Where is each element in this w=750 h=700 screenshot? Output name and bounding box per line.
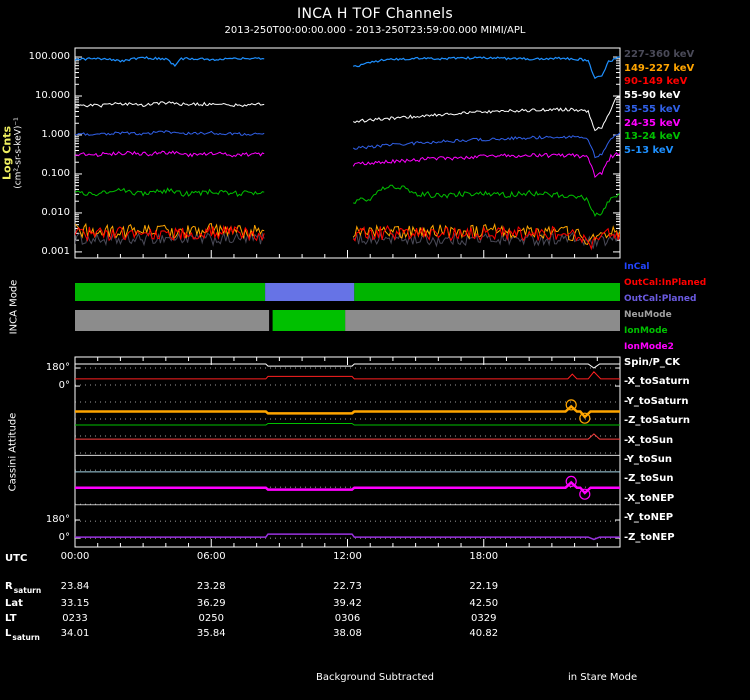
legend-mode-incal: InCal [624, 262, 650, 272]
legend-mode-outcal-planed: OutCal:Planed [624, 294, 697, 304]
ephemeris-value: 22.19 [469, 581, 499, 592]
ephemeris-value: 0306 [334, 613, 361, 624]
tof-ytick-label: 10.000 [35, 90, 70, 101]
x-tick-label: 06:00 [196, 551, 226, 562]
mode-bar-segment [345, 310, 620, 331]
legend-tof-5-13-kev: 5-13 keV [624, 144, 674, 156]
tof-ytick-label: 100.000 [28, 51, 70, 63]
legend-tof-24-35-kev: 24-35 keV [624, 117, 681, 129]
x-tick-label: 12:00 [333, 551, 362, 562]
tof-series-24-35-kev [75, 150, 265, 158]
ephemeris-value: 42.50 [469, 598, 499, 609]
tof-ytick-label: 0.001 [41, 245, 70, 257]
attitude-series--z-tosaturn [75, 423, 620, 426]
ephemeris-value: 39.42 [333, 598, 362, 609]
attitude-ytick-label: 0° [58, 532, 70, 544]
legend-attitude--y-tonep: -Y_toNEP [624, 512, 674, 524]
y-axis-label-cassini-attitude: Cassini Attitude [7, 412, 19, 492]
attitude-series--x-tonep [75, 480, 620, 495]
tof-series-55-90-kev [352, 96, 620, 132]
footer-stare-mode: in Stare Mode [568, 672, 638, 683]
legend-attitude--x-tonep: -X_toNEP [624, 492, 675, 504]
legend-tof-90-149-kev: 90-149 keV [624, 76, 688, 88]
ephemeris-value: 35.84 [196, 628, 226, 639]
tof-series-24-35-kev [352, 151, 620, 179]
attitude-series--z-tonep [75, 533, 620, 541]
ephemeris-value: 22.73 [333, 581, 362, 592]
ephemeris-row-label: LT [5, 613, 17, 624]
legend-mode-neumode: NeuMode [624, 310, 672, 320]
attitude-ytick-label: 0° [58, 380, 70, 392]
mode-bar-segment [272, 310, 346, 331]
mode-bar-segment [75, 283, 266, 301]
legend-attitude-spin-p-ck: Spin/P_CK [624, 357, 680, 368]
attitude-series--x-tosaturn [75, 371, 620, 380]
tof-series-55-90-kev [75, 101, 265, 108]
legend-attitude--z-tosaturn: -Z_toSaturn [624, 415, 690, 427]
mode-bar-segment [75, 310, 270, 331]
ephemeris-value: 0250 [198, 613, 224, 624]
legend-attitude--y-tosaturn: -Y_toSaturn [624, 395, 689, 407]
x-tick-label: 00:00 [60, 551, 90, 562]
ephemeris-value: 0233 [62, 613, 88, 624]
legend-tof-55-90-kev: 55-90 keV [624, 90, 681, 102]
tof-ytick-label: 0.010 [41, 206, 70, 218]
inca-tof-screen: { "header": { "title": "INCA H TOF Chann… [0, 0, 750, 700]
legend-attitude--z-tosun: -Z_toSun [624, 473, 674, 485]
mode-bar-segment [265, 283, 355, 301]
tof-series-35-55-kev [352, 132, 620, 159]
mode-bar-segment [354, 283, 620, 301]
footer-background-subtracted: Background Subtracted [316, 672, 434, 683]
tof-series-13-24-kev [75, 187, 265, 197]
x-tick-label: 18:00 [469, 551, 499, 562]
legend-mode-ionmode: IonMode [624, 326, 668, 336]
tof-series-5-13-kev [353, 55, 620, 80]
ephemeris-value: 36.29 [196, 598, 226, 609]
attitude-panel-frame [74, 356, 621, 548]
ephemeris-value: 38.08 [333, 628, 362, 639]
tof-ytick-label: 0.100 [41, 167, 70, 179]
ephemeris-value: 23.28 [196, 581, 226, 592]
legend-attitude--x-tosaturn: -X_toSaturn [624, 376, 690, 388]
legend-tof-149-227-kev: 149-227 keV [624, 62, 695, 74]
ephemeris-value: 40.82 [469, 628, 499, 639]
legend-tof-35-55-kev: 35-55 keV [624, 103, 681, 115]
legend-attitude--x-tosun: -X_toSun [624, 434, 674, 446]
ephemeris-row-label: Lsaturn [5, 628, 40, 642]
tof-series-35-55-kev [75, 130, 265, 136]
legend-attitude--z-tonep: -Z_toNEP [624, 531, 675, 543]
ephemeris-value: 34.01 [60, 628, 90, 639]
legend-mode-ionmode2: IonMode2 [624, 342, 674, 352]
attitude-ytick-label: 180° [45, 514, 70, 526]
ephemeris-value: 23.84 [60, 581, 90, 592]
legend-tof-227-360-kev: 227-360 keV [624, 49, 695, 60]
tof-series-13-24-kev [353, 184, 620, 218]
utc-axis-label: UTC [5, 553, 28, 564]
attitude-series--y-tosaturn [75, 404, 620, 419]
mode-bar-segment [269, 310, 273, 331]
tof-ytick-label: 1.000 [41, 128, 70, 140]
attitude-ytick-label: 180° [45, 362, 70, 374]
ephemeris-value: 0329 [471, 613, 497, 624]
legend-attitude--y-tosun: -Y_toSun [624, 454, 673, 465]
tof-series-5-13-kev [75, 55, 265, 67]
legend-mode-outcal-inplaned: OutCal:InPlaned [624, 278, 707, 288]
ephemeris-value: 33.15 [60, 598, 90, 609]
ephemeris-row-label: Lat [5, 598, 23, 609]
ephemeris-row-label: Rsaturn [5, 581, 42, 595]
y-axis-label-inca-mode: INCA Mode [8, 279, 20, 335]
attitude-series--x-tosun [75, 433, 620, 440]
legend-tof-13-24-kev: 13-24 keV [624, 131, 681, 143]
